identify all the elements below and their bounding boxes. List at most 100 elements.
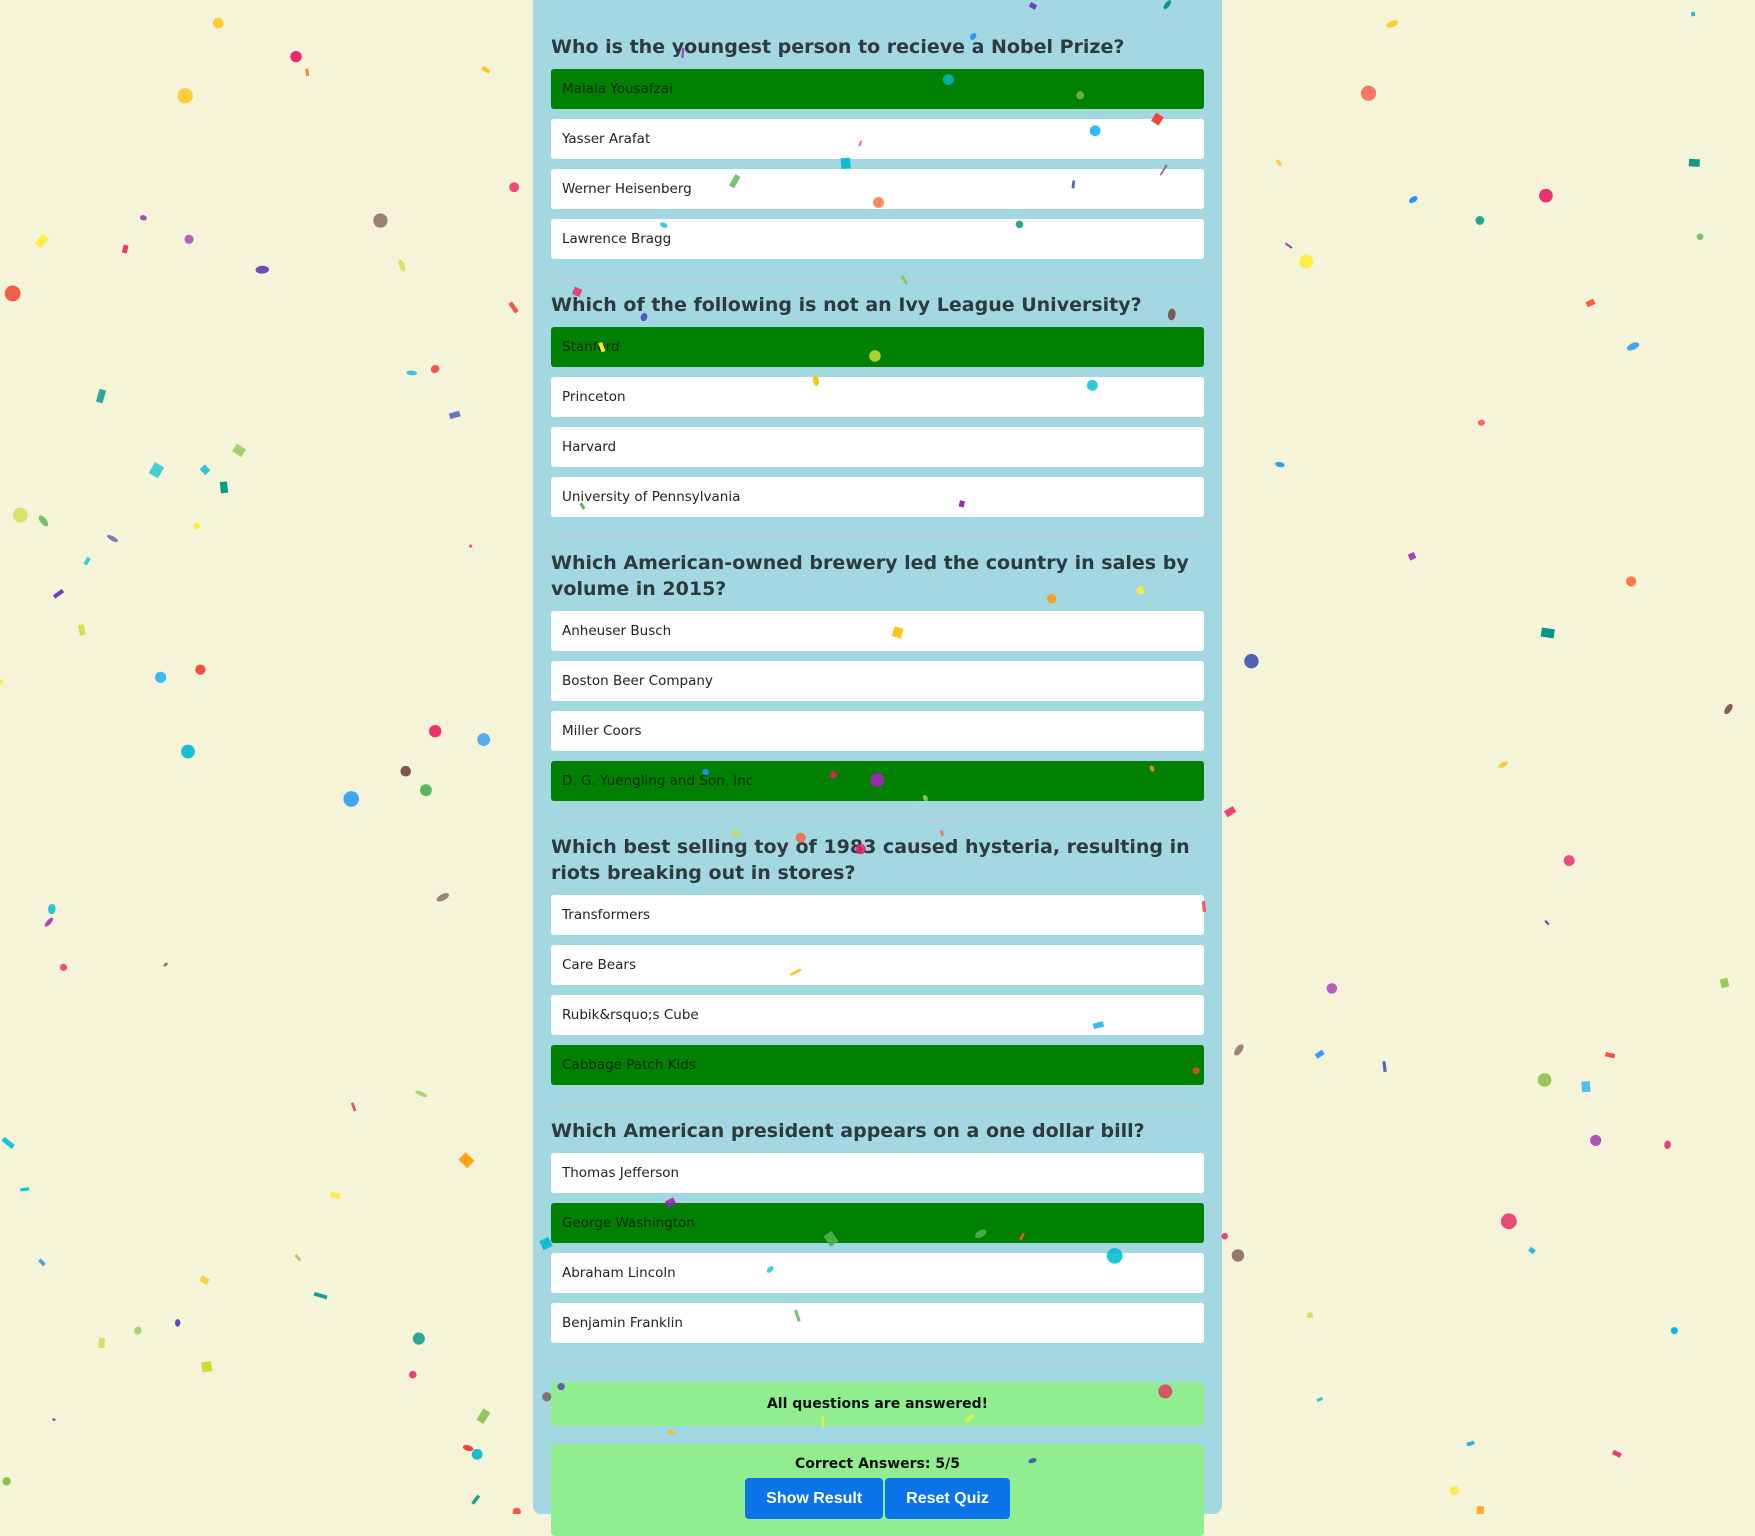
confetti-piece [163,962,169,968]
confetti-piece [512,1507,521,1514]
answer-option-label: Werner Heisenberg [562,181,692,197]
confetti-piece [1386,20,1399,28]
confetti-piece [98,1337,106,1349]
confetti-piece [83,556,91,566]
confetti-piece [195,664,206,675]
answer-option-label: Lawrence Bragg [562,231,672,247]
confetti-piece [59,963,68,971]
confetti-piece [1299,254,1314,269]
confetti-piece [462,1444,474,1452]
confetti-piece [1498,761,1508,768]
confetti-piece [477,733,491,746]
confetti-piece [1500,1213,1517,1230]
answer-option[interactable]: Benjamin Franklin [551,1303,1204,1343]
confetti-piece [1724,703,1733,715]
confetti-piece [471,1448,483,1460]
answer-option[interactable]: Anheuser Busch [551,611,1204,651]
confetti-piece [1540,627,1555,639]
confetti-piece [1605,1052,1616,1059]
question-text: Who is the youngest person to recieve a … [551,36,1125,58]
confetti-piece [305,68,310,77]
answer-option-label: Princeton [562,389,626,405]
question-block: Which of the following is not an Ivy Lea… [551,292,1204,538]
confetti-piece [1544,920,1550,926]
result-panel: Correct Answers: 5/5 Show Result Reset Q… [551,1444,1204,1536]
answer-option[interactable]: Harvard [551,427,1204,467]
confetti-piece [255,265,270,274]
confetti-piece [95,388,107,404]
answer-option-correct[interactable]: D. G. Yuengling and Son, Inc [551,761,1204,801]
answer-option[interactable]: Thomas Jefferson [551,1153,1204,1193]
answer-option[interactable]: Lawrence Bragg [551,219,1204,259]
confetti-piece [1590,1134,1602,1146]
confetti-piece [1477,419,1485,426]
answer-option-label: Abraham Lincoln [562,1265,676,1281]
answer-option[interactable]: Transformers [551,895,1204,935]
confetti-piece [181,744,195,759]
confetti-piece [1449,1485,1460,1496]
confetti-piece [1585,298,1596,308]
confetti-piece [412,1332,425,1345]
confetti-piece [1306,1312,1314,1319]
confetti-piece [419,784,432,797]
answer-option[interactable]: University of Pennsylvania [551,477,1204,517]
confetti-piece [1466,1440,1475,1447]
confetti-piece [38,515,49,527]
question-text: Which American-owned brewery led the cou… [551,552,1189,600]
confetti-piece [1611,1449,1622,1458]
answer-option-label: Malala Yousafzai [562,81,673,97]
reset-quiz-button[interactable]: Reset Quiz [885,1478,1010,1519]
confetti-piece [409,1370,417,1379]
confetti-piece [400,765,412,777]
answer-option-correct[interactable]: Stanford [551,327,1204,367]
answer-option-label: D. G. Yuengling and Son, Inc [562,773,754,789]
answer-option-label: Thomas Jefferson [562,1165,680,1181]
answer-option[interactable]: Princeton [551,377,1204,417]
confetti-piece [406,370,418,376]
confetti-piece [343,791,360,807]
answer-option[interactable]: Boston Beer Company [551,661,1204,701]
answer-option-label: Anheuser Busch [562,623,672,639]
all-answered-banner: All questions are answered! [551,1382,1204,1426]
answer-option[interactable]: Rubik&rsquo;s Cube [551,995,1204,1035]
confetti-piece [1408,196,1418,204]
answer-option[interactable]: Miller Coors [551,711,1204,751]
question-block: Which best selling toy of 1983 caused hy… [551,834,1204,1106]
answer-option-correct[interactable]: George Washington [551,1203,1204,1243]
confetti-piece [1407,551,1417,561]
confetti-piece [1,1136,15,1149]
confetti-piece [329,1191,341,1200]
confetti-piece [428,724,442,738]
action-buttons: Show Result Reset Quiz [745,1478,1010,1519]
show-result-button[interactable]: Show Result [745,1478,884,1519]
answer-option[interactable]: Yasser Arafat [551,119,1204,159]
confetti-piece [350,1102,357,1112]
confetti-piece [398,259,406,272]
answer-option[interactable]: Abraham Lincoln [551,1253,1204,1293]
confetti-piece [121,244,129,254]
answer-option[interactable]: Werner Heisenberg [551,169,1204,209]
answer-option-label: Yasser Arafat [562,131,651,147]
answer-option-label: Rubik&rsquo;s Cube [562,1007,699,1023]
confetti-piece [201,1361,213,1373]
confetti-piece [77,624,86,636]
confetti-piece [1581,1081,1591,1093]
confetti-piece [1316,1396,1324,1402]
confetti-piece [1696,233,1704,241]
question-list: Who is the youngest person to recieve a … [551,34,1204,1364]
confetti-piece [0,679,4,686]
confetti-piece [1563,855,1575,867]
answer-option-correct[interactable]: Cabbage Patch Kids [551,1045,1204,1085]
answer-option[interactable]: Care Bears [551,945,1204,985]
confetti-piece [1537,1073,1552,1087]
answer-option-label: Care Bears [562,957,636,973]
confetti-piece [290,50,302,63]
all-answered-text: All questions are answered! [766,1396,989,1412]
confetti-piece [1314,1049,1325,1059]
confetti-piece [219,481,229,494]
question-block: Who is the youngest person to recieve a … [551,34,1204,280]
confetti-piece [34,233,49,249]
confetti-piece [1234,1044,1244,1056]
confetti-piece [294,1254,302,1262]
answer-option-correct[interactable]: Malala Yousafzai [551,69,1204,109]
